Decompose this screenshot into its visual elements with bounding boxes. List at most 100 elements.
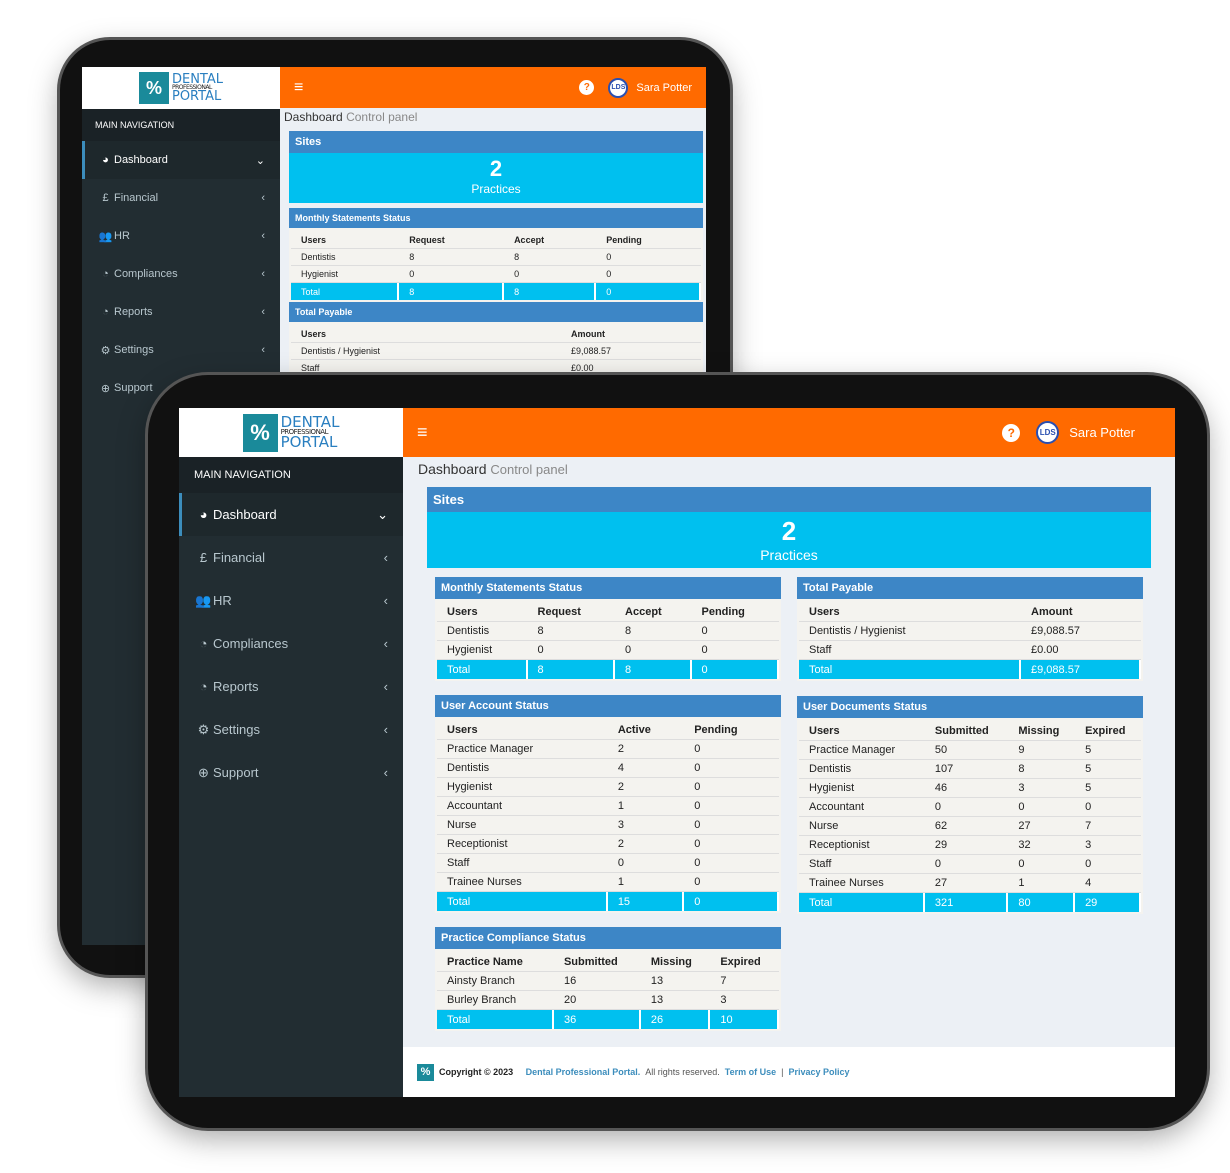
- breadcrumb: Dashboard Control panel: [284, 110, 417, 124]
- table-cell: Total: [799, 660, 1021, 679]
- table-cell: 0: [924, 855, 1009, 874]
- table-cell: Total: [291, 283, 400, 300]
- table-cell: 8: [615, 660, 692, 679]
- sidebar-item-financial[interactable]: £ Financial ‹: [82, 179, 280, 217]
- sidebar-item-hr[interactable]: 👥 HR ‹: [82, 217, 280, 255]
- brand-link[interactable]: Dental Professional Portal.: [526, 1067, 641, 1077]
- privacy-link[interactable]: Privacy Policy: [788, 1067, 849, 1077]
- table-cell: 10: [710, 1010, 779, 1029]
- table-row: Burley Branch 20 13 3: [437, 991, 779, 1010]
- table-cell: Total: [799, 893, 925, 912]
- sidebar-item-reports[interactable]: ◔ Reports ‹: [82, 293, 280, 331]
- terms-link[interactable]: Term of Use: [725, 1067, 776, 1077]
- avatar[interactable]: LDS: [1036, 421, 1060, 444]
- table-cell: 0: [691, 660, 779, 679]
- table-cell: 0: [1075, 855, 1141, 874]
- sidebar-item-financial[interactable]: £ Financial ‹: [179, 536, 403, 579]
- sidebar-item-compliances[interactable]: ◔ Compliances ‹: [82, 255, 280, 293]
- sidebar-item-reports[interactable]: ◔ Reports ‹: [179, 665, 403, 708]
- header-row: Practice Name Submitted Missing Expired: [437, 953, 779, 972]
- sidebar-item-label: Support: [213, 765, 259, 780]
- help-icon[interactable]: ?: [579, 80, 595, 95]
- table-cell: 8: [399, 283, 505, 300]
- table-cell: 107: [924, 760, 1009, 779]
- menu-toggle-icon[interactable]: ≡: [417, 422, 428, 443]
- sidebar-item-hr[interactable]: 👥 HR ‹: [179, 579, 403, 622]
- table-cell: 29: [1075, 893, 1141, 912]
- table-cell: Burley Branch: [437, 991, 554, 1010]
- sidebar-item-settings[interactable]: ⚙ Settings ‹: [82, 331, 280, 369]
- help-icon[interactable]: ?: [1002, 423, 1021, 442]
- table-row: Dentistis 107 8 5: [799, 760, 1141, 779]
- panel-title: Monthly Statements Status: [289, 208, 703, 228]
- table-cell: 7: [710, 972, 779, 991]
- table-cell: Total: [437, 660, 528, 679]
- table-cell: Expired: [710, 953, 779, 972]
- table-cell: 80: [1008, 893, 1076, 912]
- table-cell: 4: [1075, 874, 1141, 893]
- sidebar-item-compliances[interactable]: ◔ Compliances ‹: [179, 622, 403, 665]
- user-name[interactable]: Sara Potter: [636, 82, 692, 94]
- chevron-icon: ‹: [383, 722, 388, 737]
- sidebar-item-label: HR: [213, 593, 232, 608]
- logo: % DENTAL PROFESSIONAL PORTAL: [179, 408, 403, 457]
- table-cell: Receptionist: [437, 835, 608, 854]
- table-cell: 29: [924, 836, 1009, 855]
- table-cell: Hygienist: [437, 641, 528, 660]
- table-cell: 2: [607, 778, 685, 797]
- table-cell: 321: [924, 893, 1009, 912]
- logo-icon: %: [138, 72, 169, 104]
- table-cell: 8: [504, 249, 597, 266]
- table-cell: 1: [1008, 874, 1076, 893]
- chevron-icon: ‹: [261, 230, 265, 242]
- avatar[interactable]: LDS: [608, 77, 629, 98]
- user-name[interactable]: Sara Potter: [1069, 425, 1135, 440]
- front-screen: % DENTAL PROFESSIONAL PORTAL MAIN NAVIGATI…: [179, 408, 1175, 1097]
- sidebar-item-label: Support: [114, 382, 153, 394]
- table-cell: 0: [684, 740, 779, 759]
- sidebar-item-label: Financial: [114, 192, 159, 204]
- sidebar-item-dashboard[interactable]: ◕ Dashboard ⌄: [82, 141, 280, 179]
- panel-title: Total Payable: [289, 302, 703, 322]
- table-row: Nurse 3 0: [437, 816, 779, 835]
- table-cell: 3: [1008, 779, 1076, 798]
- top-bar: ≡ ? LDS Sara Potter: [280, 67, 706, 108]
- table-cell: 8: [615, 622, 692, 641]
- sidebar-item-settings[interactable]: ⚙ Settings ‹: [179, 708, 403, 751]
- table-row: Dentistis 8 8 0: [291, 249, 701, 266]
- table-cell: 5: [1075, 779, 1141, 798]
- table-cell: 15: [607, 892, 685, 911]
- logo-icon: %: [242, 413, 278, 452]
- panel-title: Monthly Statements Status: [435, 577, 781, 599]
- pie-chart-icon: ◔: [199, 679, 208, 694]
- total-row: Total£9,088.57: [799, 660, 1141, 679]
- table-cell: 0: [691, 641, 779, 660]
- sidebar-item-dashboard[interactable]: ◕ Dashboard ⌄: [179, 493, 403, 536]
- chevron-icon: ‹: [383, 593, 388, 608]
- dashboard-icon: ◕: [199, 507, 208, 522]
- panel-title: User Account Status: [435, 695, 781, 717]
- table-row: Staff £0.00: [799, 641, 1141, 660]
- table-row: Hygienist 0 0 0: [437, 641, 779, 660]
- sites-panel: Sites 2 Practices: [427, 487, 1151, 568]
- table-cell: 27: [924, 874, 1009, 893]
- monthly-statements-panel: Monthly Statements Status Users Request Acc…: [435, 577, 781, 681]
- table-cell: Practice Manager: [799, 741, 925, 760]
- menu-toggle-icon[interactable]: ≡: [294, 79, 303, 97]
- table-cell: 2: [607, 835, 685, 854]
- table-cell: 3: [607, 816, 685, 835]
- nav-heading: MAIN NAVIGATION: [82, 109, 280, 141]
- sidebar-item-support[interactable]: ⊕ Support ‹: [179, 751, 403, 794]
- page-subtitle: Control panel: [346, 110, 418, 124]
- table-cell: Dentistis / Hygienist: [799, 622, 1021, 641]
- table-cell: 0: [684, 816, 779, 835]
- table-cell: 0: [684, 835, 779, 854]
- table-cell: 0: [607, 854, 685, 873]
- table-cell: Hygienist: [799, 779, 925, 798]
- header-row: Users Amount: [291, 326, 701, 343]
- pound-icon: £: [199, 550, 208, 565]
- table-cell: Dentistis: [291, 249, 400, 266]
- table-cell: Expired: [1075, 722, 1141, 741]
- table-cell: Pending: [691, 603, 779, 622]
- total-row: Total 15 0: [437, 892, 779, 911]
